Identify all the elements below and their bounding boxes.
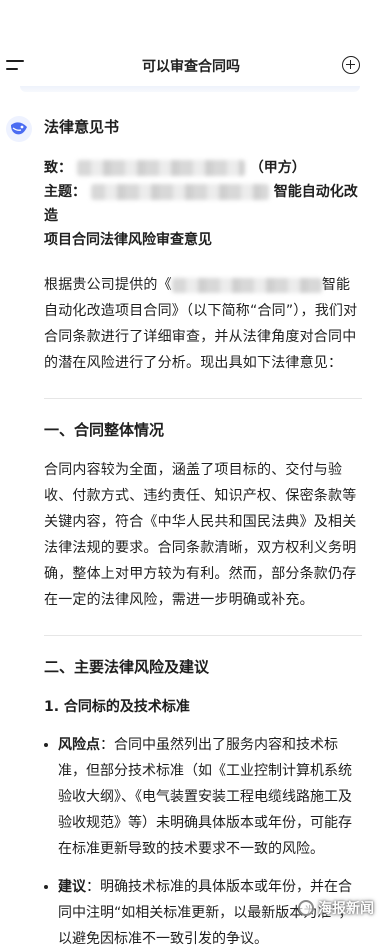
overview-paragraph: 合同内容较为全面，涵盖了项目标的、交付与验收、付款方式、违约责任、知识产权、保密… [44,462,357,608]
page-title: 可以审查合同吗 [142,59,240,75]
document-title: 法律意见书 [44,118,120,136]
redacted-contract-name [171,277,322,293]
bullet-text: ：合同中虽然列出了服务内容和技术标准，但部分技术标准（如《工业控制计算机系统验收… [58,737,352,857]
subject-line: 主题： 智能自动化改造 项目合同法律风险审查意见 [44,180,362,252]
watermark-text: 海报新闻 [318,901,374,917]
subject-line-2: 项目合同法律风险审查意见 [44,232,212,248]
assistant-logo-icon [6,116,32,142]
bullet-label: 风险点 [58,737,100,753]
divider [44,635,362,636]
recipient-label: 致： [44,160,72,176]
bullet-dot [44,885,48,889]
divider [44,398,362,399]
subsection-heading: 1. 合同标的及技术标准 [44,699,190,715]
intro-start: 根据贵公司提供的《 [44,277,172,293]
watermark: 海报新闻 [298,896,374,920]
intro-paragraph: 根据贵公司提供的《 智能自动化改造项目合同》（以下简称“合同”），我们对合同条款进… [44,272,362,376]
section-heading-risks: 二、主要法律风险及建议 [44,658,210,676]
watermark-logo-icon [298,900,314,916]
top-bar: 可以审查合同吗 [0,0,382,96]
bullet-label: 建议 [58,879,86,895]
recipient-suffix: （甲方） [249,160,306,176]
redacted-recipient [76,160,245,176]
bullet-dot [44,743,48,747]
redacted-subject [90,184,269,200]
section-heading-overview: 一、合同整体情况 [44,421,165,439]
input-bar-shadow [20,86,360,92]
list-item: 风险点：合同中虽然列出了服务内容和技术标准，但部分技术标准（如《工业控制计算机系… [44,732,362,862]
subject-label: 主题： [44,184,86,200]
plus-circle-icon[interactable] [342,56,360,74]
assistant-message: 法律意见书 致： （甲方） 主题： 智能自动化改造 项目合同法律风险审查意见 根… [44,114,362,952]
recipient-line: 致： （甲方） [44,156,362,180]
